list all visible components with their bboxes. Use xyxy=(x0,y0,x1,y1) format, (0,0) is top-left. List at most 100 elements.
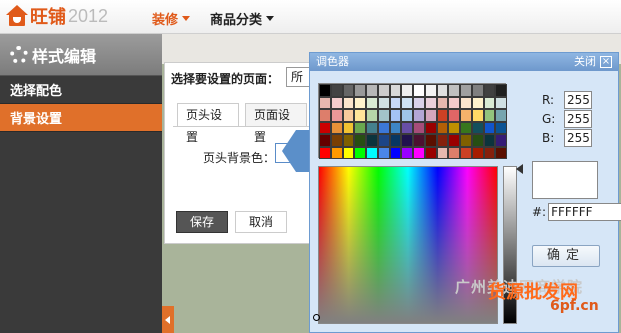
color-swatch[interactable] xyxy=(448,84,460,97)
color-swatch[interactable] xyxy=(342,134,355,147)
color-swatch[interactable] xyxy=(377,134,390,147)
confirm-button[interactable]: 确定 xyxy=(532,245,600,267)
red-input[interactable]: 255 xyxy=(564,91,592,109)
color-swatch[interactable] xyxy=(495,121,507,134)
color-swatch[interactable] xyxy=(377,121,390,134)
color-swatch[interactable] xyxy=(436,121,449,134)
color-swatch[interactable] xyxy=(389,121,402,134)
color-swatch[interactable] xyxy=(389,146,402,159)
brand-logo[interactable]: 旺铺 2012 xyxy=(6,4,108,28)
color-swatch[interactable] xyxy=(377,84,390,97)
hex-input[interactable]: FFFFFF xyxy=(548,203,621,221)
color-swatch[interactable] xyxy=(377,109,390,122)
color-swatch[interactable] xyxy=(342,121,355,134)
color-swatch[interactable] xyxy=(354,134,366,147)
color-swatch[interactable] xyxy=(483,96,496,109)
color-swatch[interactable] xyxy=(354,146,366,159)
color-swatch[interactable] xyxy=(366,121,378,134)
color-swatch[interactable] xyxy=(471,84,484,97)
sidebar-item-background[interactable]: 背景设置 xyxy=(0,104,162,132)
color-swatch[interactable] xyxy=(483,121,496,134)
nav-item-decorate[interactable]: 装修 xyxy=(152,9,191,28)
color-swatch[interactable] xyxy=(401,134,413,147)
color-swatch[interactable] xyxy=(424,121,437,134)
color-swatch[interactable] xyxy=(319,96,331,109)
color-swatch[interactable] xyxy=(471,146,484,159)
color-swatch[interactable] xyxy=(424,84,437,97)
save-button[interactable]: 保存 xyxy=(176,211,228,233)
color-swatch[interactable] xyxy=(330,134,343,147)
color-swatch[interactable] xyxy=(495,109,507,122)
color-swatch[interactable] xyxy=(471,109,484,122)
color-swatch[interactable] xyxy=(366,84,378,97)
color-swatch[interactable] xyxy=(413,134,425,147)
blue-input[interactable]: 255 xyxy=(564,129,592,147)
sidebar-item-color-scheme[interactable]: 选择配色 xyxy=(0,76,162,104)
color-swatch[interactable] xyxy=(471,134,484,147)
color-swatch[interactable] xyxy=(354,109,366,122)
nav-item-categories[interactable]: 商品分类 xyxy=(210,9,275,28)
color-swatch[interactable] xyxy=(354,84,366,97)
color-swatch[interactable] xyxy=(413,96,425,109)
slider-marker-icon[interactable] xyxy=(516,164,523,174)
color-swatch[interactable] xyxy=(354,96,366,109)
color-swatch[interactable] xyxy=(377,146,390,159)
color-swatch[interactable] xyxy=(471,96,484,109)
color-swatch[interactable] xyxy=(436,134,449,147)
color-swatch[interactable] xyxy=(319,134,331,147)
color-swatch[interactable] xyxy=(366,109,378,122)
color-swatch[interactable] xyxy=(319,121,331,134)
color-swatch[interactable] xyxy=(389,134,402,147)
color-swatch[interactable] xyxy=(460,96,472,109)
color-swatch[interactable] xyxy=(424,146,437,159)
color-swatch[interactable] xyxy=(483,134,496,147)
color-swatch[interactable] xyxy=(377,96,390,109)
color-swatch[interactable] xyxy=(436,96,449,109)
color-swatch[interactable] xyxy=(401,96,413,109)
color-swatch[interactable] xyxy=(366,134,378,147)
color-swatch[interactable] xyxy=(330,109,343,122)
color-swatch[interactable] xyxy=(460,146,472,159)
color-swatch[interactable] xyxy=(495,84,507,97)
color-swatch[interactable] xyxy=(460,121,472,134)
color-swatch[interactable] xyxy=(330,96,343,109)
color-swatch[interactable] xyxy=(495,96,507,109)
color-swatch[interactable] xyxy=(495,146,507,159)
color-swatch[interactable] xyxy=(460,109,472,122)
color-swatch[interactable] xyxy=(354,121,366,134)
color-swatch[interactable] xyxy=(483,146,496,159)
color-swatch[interactable] xyxy=(424,109,437,122)
color-swatch[interactable] xyxy=(483,109,496,122)
color-swatch[interactable] xyxy=(330,121,343,134)
color-swatch[interactable] xyxy=(389,109,402,122)
tab-header-settings[interactable]: 页头设置 xyxy=(177,103,239,144)
color-spectrum[interactable] xyxy=(318,166,498,324)
color-swatch[interactable] xyxy=(342,96,355,109)
color-swatch[interactable] xyxy=(319,109,331,122)
color-swatch[interactable] xyxy=(471,121,484,134)
color-swatch[interactable] xyxy=(389,84,402,97)
close-button[interactable]: 关闭 × xyxy=(574,53,612,71)
color-swatch[interactable] xyxy=(342,84,355,97)
color-swatch[interactable] xyxy=(495,134,507,147)
color-swatch[interactable] xyxy=(330,84,343,97)
color-swatch[interactable] xyxy=(366,96,378,109)
color-swatch[interactable] xyxy=(413,84,425,97)
color-swatch[interactable] xyxy=(366,146,378,159)
color-swatch[interactable] xyxy=(436,109,449,122)
color-swatch[interactable] xyxy=(342,146,355,159)
color-swatch[interactable] xyxy=(460,134,472,147)
color-swatch[interactable] xyxy=(448,121,460,134)
color-swatch[interactable] xyxy=(401,121,413,134)
color-swatch[interactable] xyxy=(448,134,460,147)
color-swatch[interactable] xyxy=(401,84,413,97)
green-input[interactable]: 255 xyxy=(564,110,592,128)
color-swatch[interactable] xyxy=(401,146,413,159)
color-swatch[interactable] xyxy=(436,84,449,97)
color-swatch[interactable] xyxy=(424,96,437,109)
color-swatch[interactable] xyxy=(319,146,331,159)
spectrum-cursor[interactable] xyxy=(313,314,320,321)
color-swatch[interactable] xyxy=(436,146,449,159)
color-swatch[interactable] xyxy=(448,96,460,109)
color-swatch[interactable] xyxy=(413,121,425,134)
